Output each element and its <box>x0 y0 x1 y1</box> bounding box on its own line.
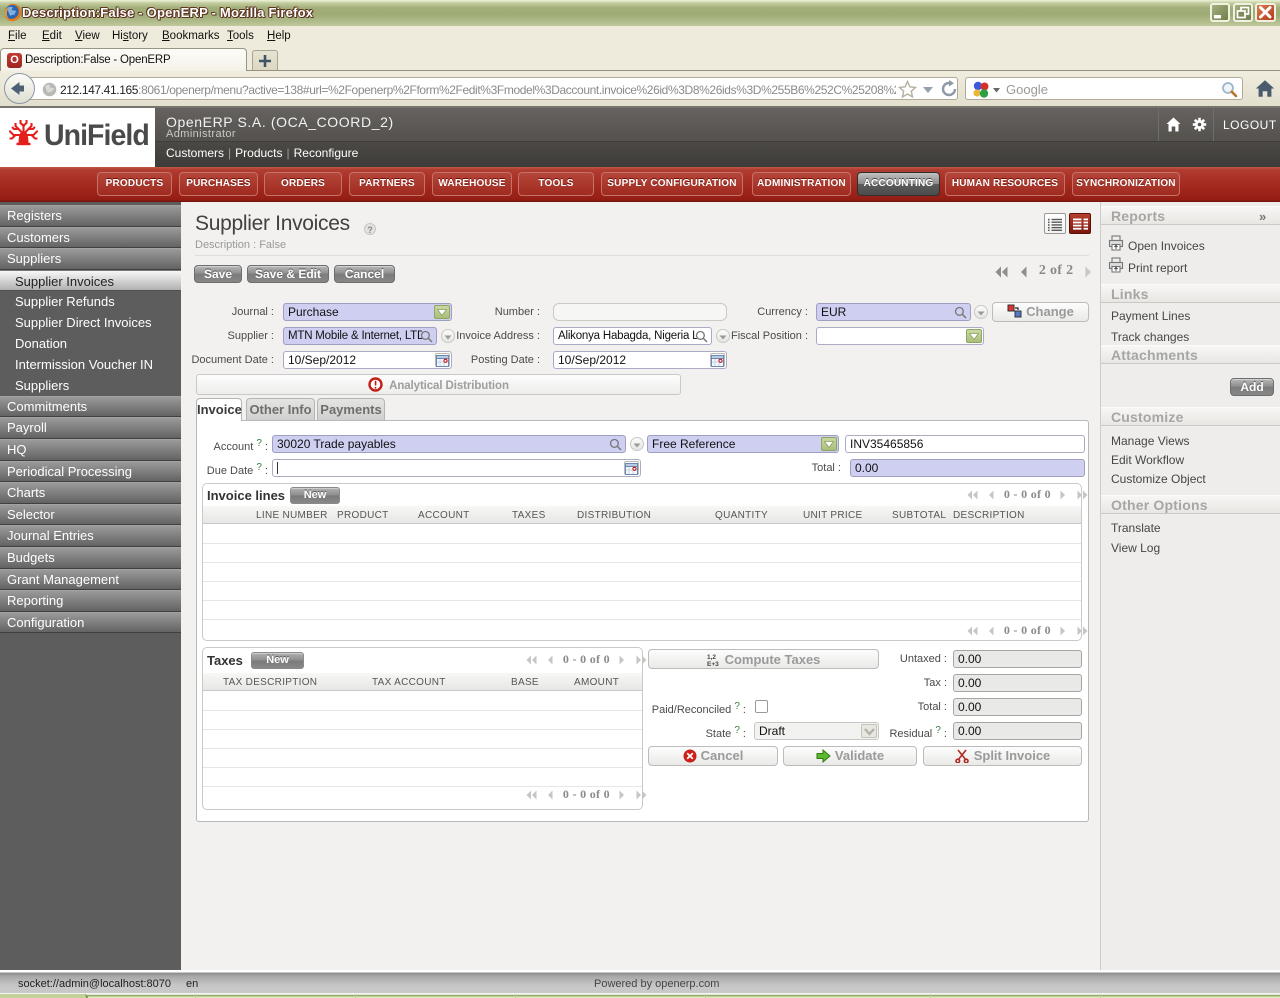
svg-text:1,2: 1,2 <box>707 654 716 661</box>
svg-text:E+3: E+3 <box>707 661 719 667</box>
